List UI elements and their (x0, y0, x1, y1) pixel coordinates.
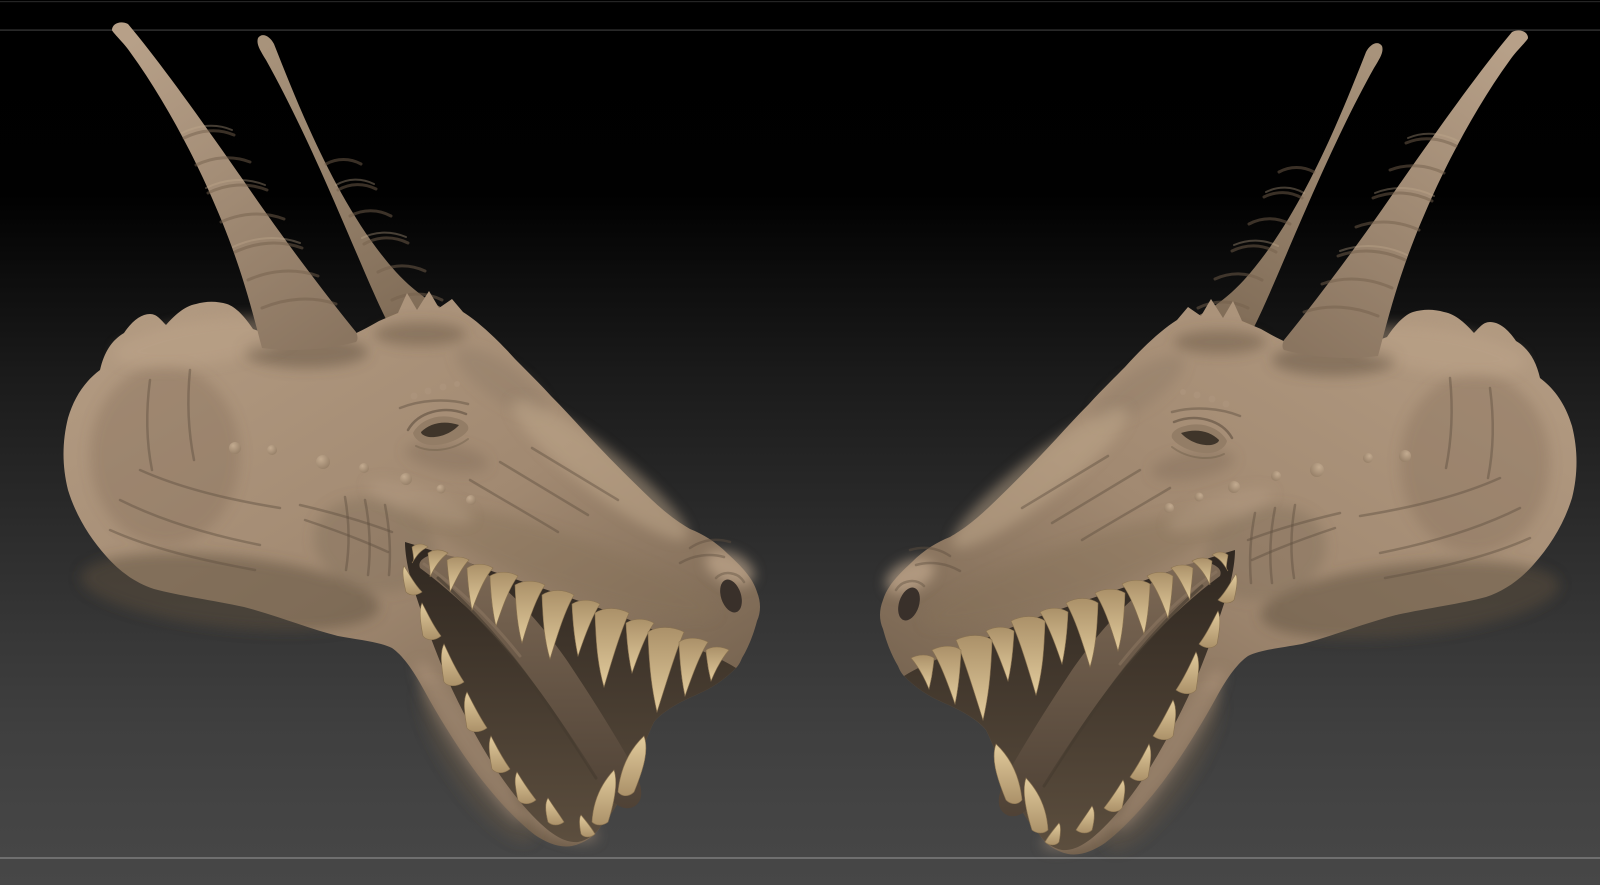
cheek-bump (466, 495, 476, 505)
brow-bump (439, 383, 447, 391)
cheek-bump (229, 442, 241, 454)
cheek-bump (400, 473, 412, 485)
frame-line-bottom (0, 857, 1600, 859)
cheek-bump (359, 463, 369, 473)
brow-bump (454, 381, 460, 387)
cheek-bump (316, 455, 330, 469)
cheek-bump (436, 484, 446, 494)
brow-bump (410, 392, 418, 400)
shading-patch (374, 322, 466, 346)
brow-bump (424, 387, 432, 395)
scene-svg[interactable]: Two clay-colored sculpted dragon head bu… (0, 0, 1600, 885)
cheek-bump (267, 445, 277, 455)
frame-line-top (0, 29, 1600, 31)
sculpt-canvas[interactable]: Two clay-colored sculpted dragon head bu… (0, 0, 1600, 885)
frame-line-top-edge (0, 1, 1600, 3)
